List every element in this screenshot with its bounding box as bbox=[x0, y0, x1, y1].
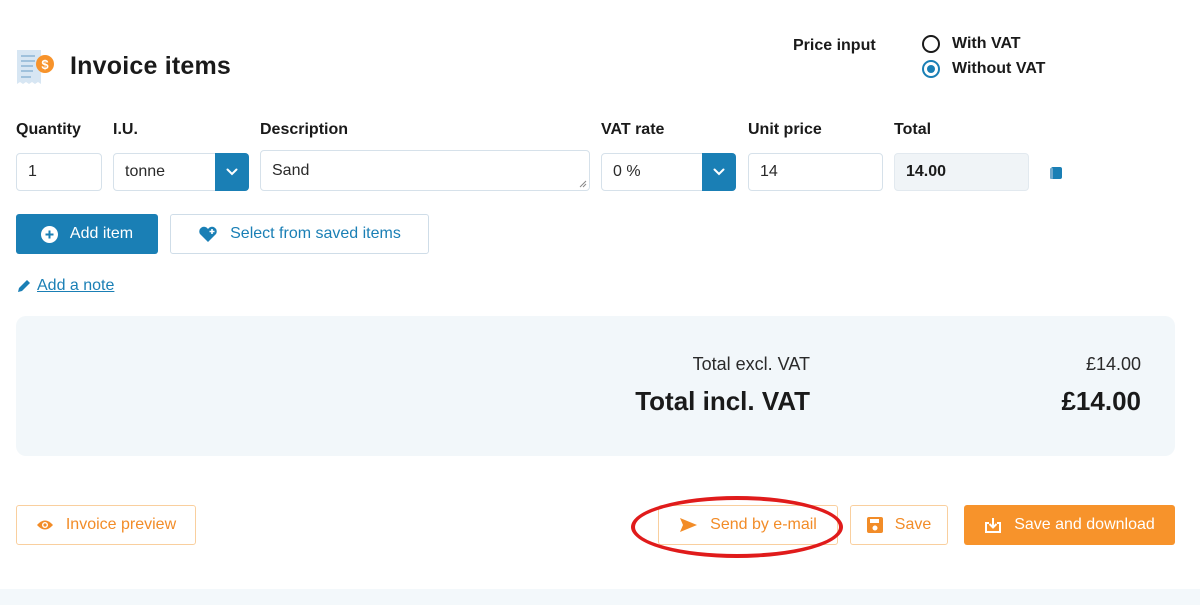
column-label-vat-rate: VAT rate bbox=[601, 121, 665, 138]
receipt-dollar-icon: $ bbox=[15, 46, 55, 86]
unit-value: tonne bbox=[125, 163, 166, 180]
description-textarea[interactable]: Sand bbox=[260, 150, 590, 191]
vat-rate-value: 0 % bbox=[613, 163, 641, 180]
save-button[interactable]: Save bbox=[850, 505, 948, 545]
vat-rate-select[interactable]: 0 % bbox=[601, 153, 736, 191]
totals-panel: Total excl. VAT £14.00 Total incl. VAT £… bbox=[16, 316, 1175, 456]
send-by-email-label: Send by e-mail bbox=[710, 516, 817, 533]
add-item-label: Add item bbox=[69, 225, 134, 242]
plus-circle-icon bbox=[40, 225, 58, 243]
price-input-label: Price input bbox=[793, 37, 876, 54]
send-by-email-button[interactable]: Send by e-mail bbox=[658, 505, 838, 545]
total-incl-vat-value: £14.00 bbox=[1061, 386, 1141, 416]
quantity-value: 1 bbox=[28, 163, 37, 180]
download-tray-icon bbox=[984, 517, 1002, 534]
column-label-unit-price: Unit price bbox=[748, 121, 822, 138]
radio-button[interactable] bbox=[922, 35, 940, 53]
total-value: 14.00 bbox=[906, 163, 947, 180]
radio-button-checked[interactable] bbox=[922, 60, 940, 78]
eye-icon bbox=[36, 519, 54, 531]
vat-rate-dropdown-button[interactable] bbox=[702, 153, 736, 191]
chevron-down-icon bbox=[226, 168, 238, 176]
unit-dropdown-button[interactable] bbox=[215, 153, 249, 191]
chevron-down-icon bbox=[713, 168, 725, 176]
page-title: Invoice items bbox=[70, 52, 231, 80]
unit-price-value: 14 bbox=[760, 163, 778, 180]
radio-with-vat[interactable]: With VAT bbox=[922, 35, 1021, 53]
column-label-unit: I.U. bbox=[113, 121, 138, 138]
svg-text:$: $ bbox=[41, 57, 49, 72]
heart-plus-icon bbox=[198, 226, 218, 243]
invoice-preview-button[interactable]: Invoice preview bbox=[16, 505, 196, 545]
add-note-link[interactable]: Add a note bbox=[16, 277, 114, 295]
floppy-disk-icon bbox=[866, 517, 883, 533]
radio-label: Without VAT bbox=[952, 60, 1046, 77]
send-arrow-icon bbox=[679, 517, 698, 533]
total-excl-vat-value: £14.00 bbox=[1085, 354, 1141, 374]
quantity-input[interactable]: 1 bbox=[16, 153, 102, 191]
invoice-preview-label: Invoice preview bbox=[65, 516, 177, 533]
pencil-icon bbox=[16, 278, 32, 294]
unit-price-input[interactable]: 14 bbox=[748, 153, 883, 191]
add-item-button[interactable]: Add item bbox=[16, 214, 158, 254]
select-saved-items-button[interactable]: Select from saved items bbox=[170, 214, 429, 254]
column-label-quantity: Quantity bbox=[16, 121, 81, 138]
delete-item-icon[interactable] bbox=[1050, 165, 1063, 180]
column-label-total: Total bbox=[894, 121, 932, 138]
save-label: Save bbox=[894, 516, 932, 533]
total-incl-vat-label: Total incl. VAT bbox=[635, 386, 810, 416]
footer-band bbox=[0, 589, 1200, 605]
radio-label: With VAT bbox=[952, 35, 1021, 52]
add-note-label: Add a note bbox=[37, 277, 115, 294]
save-and-download-button[interactable]: Save and download bbox=[964, 505, 1175, 545]
save-and-download-label: Save and download bbox=[1014, 516, 1155, 533]
unit-select[interactable]: tonne bbox=[113, 153, 249, 191]
column-label-description: Description bbox=[260, 121, 349, 138]
description-value: Sand bbox=[272, 162, 310, 179]
select-saved-items-label: Select from saved items bbox=[230, 225, 401, 242]
total-field: 14.00 bbox=[894, 153, 1029, 191]
total-excl-vat-label: Total excl. VAT bbox=[692, 354, 810, 374]
radio-without-vat[interactable]: Without VAT bbox=[922, 60, 1045, 78]
resize-handle-icon[interactable] bbox=[579, 180, 587, 188]
